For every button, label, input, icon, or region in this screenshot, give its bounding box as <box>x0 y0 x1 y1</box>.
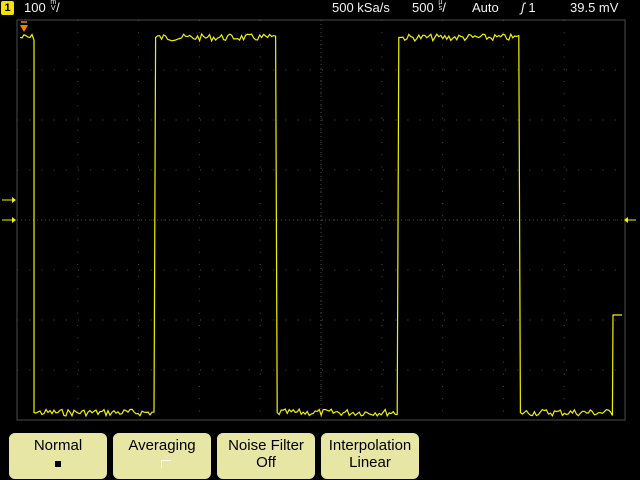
sample-rate: 500 kSa/s <box>332 0 390 15</box>
trigger-level-arrow <box>12 197 16 203</box>
softkey-interpolation-label: Interpolation <box>328 437 412 454</box>
channel-badge[interactable]: 1 <box>1 1 14 15</box>
oscilloscope-screen: 1 100 m V / 500 kSa/s 500 µ s / Auto ʃ 1… <box>0 0 640 480</box>
softkey-noise-filter-label: Noise Filter <box>228 437 304 454</box>
volts-per-div-value: 100 <box>24 0 46 15</box>
channel-ground-arrow <box>12 217 16 223</box>
softkey-bar: Normal Averaging Noise Filter Off Interp… <box>0 424 640 480</box>
softkey-averaging[interactable]: Averaging <box>113 433 211 479</box>
trigger-position-marker <box>20 25 28 32</box>
status-bar: 1 100 m V / 500 kSa/s 500 µ s / Auto ʃ 1… <box>0 0 640 16</box>
trigger-source[interactable]: ʃ 1 <box>521 0 536 16</box>
rising-edge-icon: ʃ <box>521 0 525 15</box>
softkey-noise-filter[interactable]: Noise Filter Off <box>217 433 315 479</box>
vertical-scale[interactable]: 100 m V / <box>24 0 60 16</box>
softkey-interpolation-value: Linear <box>349 454 391 471</box>
trigger-mode[interactable]: Auto <box>472 0 499 16</box>
softkey-interpolation[interactable]: Interpolation Linear <box>321 433 419 479</box>
softkey-noise-filter-value: Off <box>256 454 276 471</box>
softkey-averaging-label: Averaging <box>128 437 196 454</box>
softkey-normal-label: Normal <box>33 437 83 454</box>
softkey-normal[interactable]: Normal <box>9 433 107 479</box>
time-per-div-value: 500 <box>412 0 434 15</box>
waveform-display <box>2 19 636 421</box>
horizontal-scale[interactable]: 500 µ s / <box>412 0 446 16</box>
trigger-level[interactable]: 39.5 mV <box>570 0 618 16</box>
unselected-corner-icon <box>161 460 171 468</box>
selected-square-icon <box>55 461 61 467</box>
